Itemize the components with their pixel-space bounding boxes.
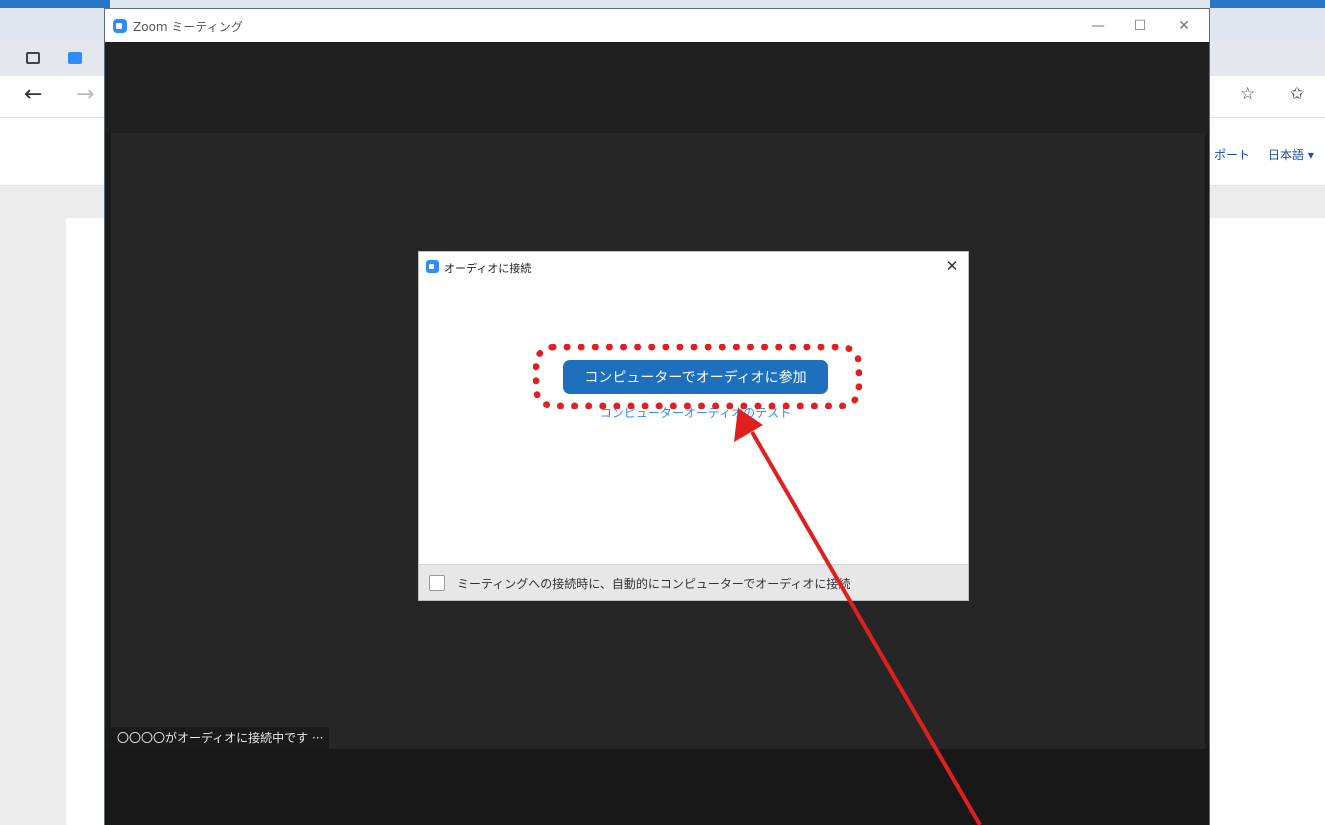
zoom-titlebar: Zoom ミーティング — ☐ ✕ bbox=[105, 9, 1209, 42]
audio-connecting-status: 〇〇〇〇がオーディオに接続中です ··· bbox=[111, 727, 330, 749]
dialog-close-icon[interactable]: ✕ bbox=[941, 255, 963, 277]
dialog-title: オーディオに接続 bbox=[444, 262, 532, 275]
zoom-tab-icon[interactable] bbox=[68, 52, 82, 64]
zoom-logo-icon bbox=[426, 260, 439, 273]
minimize-button[interactable]: — bbox=[1083, 15, 1113, 37]
back-arrow-icon[interactable]: ← bbox=[24, 82, 42, 107]
favorites-icon[interactable]: ✩ bbox=[1290, 84, 1304, 104]
language-selector[interactable]: 日本語 ▾ bbox=[1268, 146, 1314, 163]
zoom-window-title: Zoom ミーティング bbox=[133, 20, 243, 34]
tab-actions-icon[interactable] bbox=[26, 52, 40, 64]
close-window-button[interactable]: ✕ bbox=[1169, 15, 1199, 37]
auto-join-audio-checkbox[interactable] bbox=[429, 575, 445, 591]
dialog-header: オーディオに接続 ✕ bbox=[419, 252, 968, 282]
maximize-button[interactable]: ☐ bbox=[1125, 15, 1155, 37]
browser-accent-right bbox=[1210, 0, 1325, 8]
browser-accent-left bbox=[0, 0, 110, 8]
auto-join-audio-label[interactable]: ミーティングへの接続時に、自動的にコンピューターでオーディオに接続 bbox=[457, 575, 850, 592]
zoom-top-bar bbox=[105, 42, 1209, 133]
join-audio-dialog: オーディオに接続 ✕ コンピューターオーディオのテスト コンピューターでオーディ… bbox=[418, 251, 969, 601]
forward-arrow-icon[interactable]: → bbox=[76, 82, 94, 107]
add-favorite-icon[interactable]: ☆ bbox=[1240, 84, 1255, 104]
zoom-logo-icon bbox=[113, 19, 127, 33]
dialog-footer: ミーティングへの接続時に、自動的にコンピューターでオーディオに接続 bbox=[419, 564, 968, 600]
nav-support-link[interactable]: ポート bbox=[1214, 146, 1250, 163]
screenshot: ← → ☆ ✩ ポート 日本語 ▾ Zoom ミーティング — ☐ ✕ 〇〇〇〇… bbox=[0, 0, 1325, 825]
highlight-annotation bbox=[533, 344, 862, 409]
meeting-controls-bar bbox=[105, 749, 1209, 825]
